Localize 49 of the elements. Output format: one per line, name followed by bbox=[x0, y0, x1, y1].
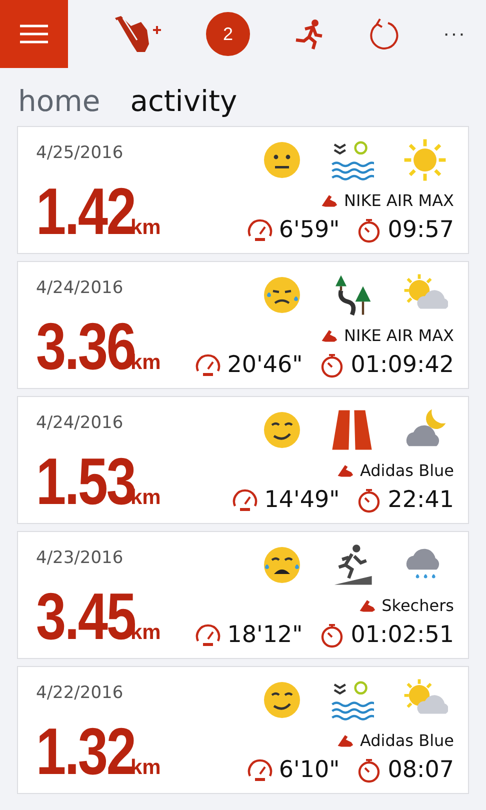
road-icon bbox=[330, 408, 374, 452]
pace-value: 20'46" bbox=[227, 352, 303, 378]
stopwatch-icon bbox=[356, 487, 382, 513]
stopwatch-icon bbox=[356, 217, 382, 243]
pivot-tab[interactable]: activity bbox=[130, 84, 238, 118]
neutral-face-icon bbox=[262, 140, 302, 180]
activity-date: 4/24/2016 bbox=[36, 413, 124, 433]
activity-date: 4/25/2016 bbox=[36, 143, 124, 163]
speedometer-icon bbox=[246, 218, 273, 242]
duration-value: 01:02:51 bbox=[350, 622, 454, 648]
smiling-face-icon bbox=[262, 680, 302, 720]
speedometer-icon bbox=[246, 758, 273, 782]
shoe-name: Skechers bbox=[382, 596, 454, 614]
stopwatch-icon bbox=[356, 757, 382, 783]
menu-icon bbox=[19, 24, 49, 44]
duration-value: 09:57 bbox=[388, 217, 454, 243]
activity-date: 4/22/2016 bbox=[36, 683, 124, 703]
speedometer-icon bbox=[195, 623, 222, 647]
shoe-name: NIKE AIR MAX bbox=[344, 190, 454, 210]
crying-face-icon bbox=[262, 545, 302, 585]
shoe-name: Adidas Blue bbox=[360, 730, 454, 750]
duration-value: 01:09:42 bbox=[350, 352, 454, 378]
refresh-button[interactable] bbox=[368, 17, 400, 51]
smiling-face-icon bbox=[262, 410, 302, 450]
speedometer-icon bbox=[232, 488, 258, 512]
stopwatch-icon bbox=[318, 622, 345, 648]
refresh-icon bbox=[368, 17, 400, 51]
notification-badge[interactable]: 2 bbox=[206, 12, 250, 56]
menu-button[interactable] bbox=[0, 0, 68, 68]
pace-value: 14'49" bbox=[264, 487, 340, 513]
shoe-name: Adidas Blue bbox=[360, 460, 454, 480]
more-button[interactable]: ··· bbox=[443, 22, 466, 46]
stopwatch-icon bbox=[318, 352, 345, 378]
runner-icon bbox=[293, 18, 325, 50]
pace-value: 6'59" bbox=[278, 217, 340, 243]
pace-value: 18'12" bbox=[227, 622, 303, 648]
duration-value: 08:07 bbox=[388, 757, 454, 783]
pivot-tab[interactable]: home bbox=[18, 84, 100, 118]
shoe-name: NIKE AIR MAX bbox=[344, 326, 454, 344]
duration-value: 22:41 bbox=[388, 487, 454, 513]
distance-value: 1.42 bbox=[36, 181, 135, 241]
distance-value: 1.32 bbox=[36, 721, 135, 781]
activity-date: 4/23/2016 bbox=[36, 548, 124, 568]
activity-date: 4/24/2016 bbox=[36, 278, 124, 298]
speedometer-icon bbox=[195, 353, 222, 377]
pace-value: 6'10" bbox=[278, 757, 340, 783]
sweating-face-icon bbox=[262, 275, 302, 315]
sun-icon bbox=[402, 137, 448, 183]
run-button[interactable] bbox=[293, 18, 325, 50]
